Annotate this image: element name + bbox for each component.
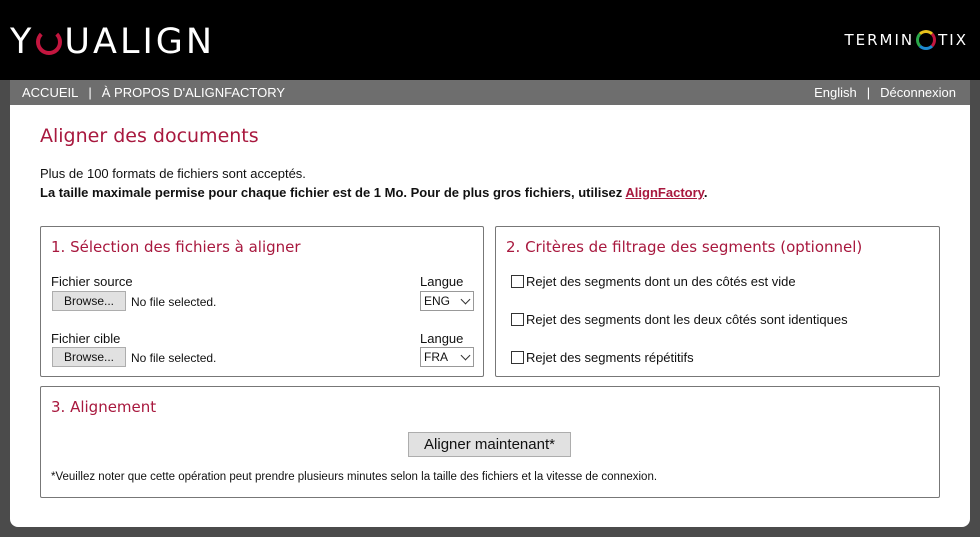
alignment-title: 3. Alignement [51,398,157,416]
align-now-button[interactable]: Aligner maintenant* [408,432,571,457]
nav-separator: | [88,85,92,100]
file-selection-title: 1. Sélection des fichiers à aligner [51,238,301,256]
target-language-label: Langue [420,331,464,346]
source-language-value: ENG [424,294,451,308]
filter-option-label: Rejet des segments répétitifs [526,350,694,365]
terminotix-text-start: TERMIN [844,31,915,49]
nav-left: ACCUEIL | À PROPOS D'ALIGNFACTORY [22,80,285,105]
checkbox[interactable] [511,313,524,326]
nav-bar: ACCUEIL | À PROPOS D'ALIGNFACTORY English |… [10,80,970,105]
intro-size-sentence: La taille maximale permise pour chaque f… [40,185,626,200]
nav-separator: | [866,85,871,100]
alignment-note: *Veuillez noter que cette opération peut… [51,471,658,483]
nav-logout-link[interactable]: Déconnexion [880,85,956,100]
filter-option-identical-sides[interactable]: Rejet des segments dont les deux côtés s… [511,312,848,328]
terminotix-logo[interactable]: TERMIN TIX [844,29,968,51]
logo-text-start: Y [10,22,35,62]
intro-size-text: La taille maximale permise pour chaque f… [40,185,708,200]
terminotix-text-end: TIX [938,31,968,49]
source-file-label: Fichier source [51,274,133,289]
alignment-box: 3. Alignement Aligner maintenant* *Veuil… [40,386,940,498]
target-file-label: Fichier cible [51,331,121,346]
file-selection-box: 1. Sélection des fichiers à aligner Fich… [40,226,484,377]
filter-criteria-title: 2. Critères de filtrage des segments (op… [506,238,863,256]
target-browse-button[interactable]: Browse... [52,347,126,367]
alignfactory-link[interactable]: AlignFactory [625,185,704,200]
filter-option-label: Rejet des segments dont les deux côtés s… [526,312,848,327]
intro-formats-text: Plus de 100 formats de fichiers sont acc… [40,166,306,181]
source-language-select[interactable]: ENG [420,291,474,311]
site-header: Y UALIGN TERMIN TIX [0,0,980,80]
checkbox[interactable] [511,351,524,364]
checkbox[interactable] [511,275,524,288]
filter-option-label: Rejet des segments dont un des côtés est… [526,274,796,289]
intro-end: . [703,185,708,200]
source-language-label: Langue [420,274,464,289]
target-language-select[interactable]: FRA [420,347,474,367]
nav-home-link[interactable]: ACCUEIL [22,85,78,100]
page-title: Aligner des documents [40,125,259,147]
nav-about-link[interactable]: À PROPOS D'ALIGNFACTORY [102,85,285,100]
nav-right: English | Déconnexion [814,80,956,105]
filter-option-empty-side[interactable]: Rejet des segments dont un des côtés est… [511,274,796,290]
target-language-value: FRA [424,350,448,364]
chevron-down-icon [460,294,471,305]
chevron-down-icon [460,350,471,361]
youalign-logo[interactable]: Y UALIGN [10,22,215,62]
target-file-status: No file selected. [131,351,217,365]
filter-option-repetitive[interactable]: Rejet des segments répétitifs [511,350,694,366]
logo-text-end: UALIGN [64,22,216,62]
source-browse-button[interactable]: Browse... [52,291,126,311]
logo-o-ring-icon [36,29,63,55]
main-panel: Aligner des documents Plus de 100 format… [10,105,970,527]
source-file-status: No file selected. [131,295,217,309]
filter-criteria-box: 2. Critères de filtrage des segments (op… [495,226,940,377]
nav-english-link[interactable]: English [814,85,857,100]
terminotix-ring-icon [916,30,937,50]
